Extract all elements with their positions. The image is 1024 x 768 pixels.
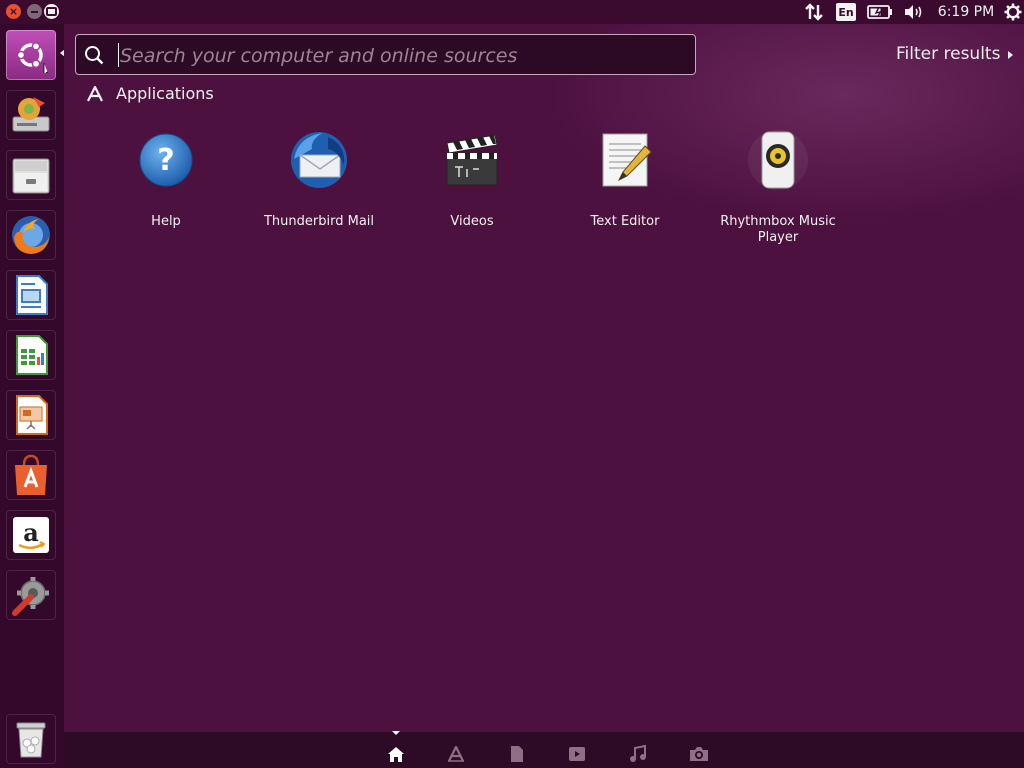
app-tile-rhythmbox[interactable]: Rhythmbox Music Player bbox=[708, 128, 848, 258]
ubuntu-logo-icon bbox=[16, 41, 48, 73]
close-window-button[interactable]: × bbox=[6, 4, 21, 19]
app-tile-thunderbird[interactable]: Thunderbird Mail bbox=[249, 128, 389, 258]
home-icon bbox=[388, 747, 404, 762]
battery-icon bbox=[867, 5, 892, 19]
network-indicator[interactable] bbox=[803, 0, 825, 24]
search-box[interactable] bbox=[75, 34, 696, 75]
category-label: Applications bbox=[116, 84, 214, 103]
lens-applications[interactable] bbox=[446, 744, 466, 764]
gear-icon bbox=[1004, 3, 1022, 21]
dash-button[interactable] bbox=[6, 30, 56, 80]
launcher-system-settings[interactable] bbox=[6, 570, 56, 620]
trash-icon bbox=[16, 722, 46, 758]
lens-videos[interactable] bbox=[567, 744, 587, 764]
software-center-icon bbox=[15, 454, 47, 495]
applications-icon bbox=[448, 746, 464, 762]
lens-photos[interactable] bbox=[689, 744, 709, 764]
maximize-window-button[interactable] bbox=[44, 4, 59, 19]
svg-text:?: ? bbox=[157, 143, 174, 178]
filter-results-button[interactable]: Filter results bbox=[896, 44, 1000, 64]
app-label: Videos bbox=[450, 214, 494, 229]
minimize-window-button[interactable] bbox=[27, 4, 42, 19]
thunderbird-icon bbox=[291, 132, 347, 188]
calc-icon bbox=[16, 335, 48, 375]
applications-category-icon bbox=[87, 85, 103, 101]
app-tile-help[interactable]: ? Help bbox=[96, 128, 236, 258]
text-editor-icon bbox=[602, 133, 652, 187]
rhythmbox-icon bbox=[748, 130, 808, 190]
clock[interactable]: 6:19 PM bbox=[936, 0, 996, 24]
settings-icon bbox=[12, 577, 49, 616]
files-icon bbox=[12, 158, 50, 194]
launcher-libreoffice-impress[interactable] bbox=[6, 390, 56, 440]
lens-files[interactable] bbox=[507, 744, 527, 764]
writer-icon bbox=[16, 275, 48, 315]
lens-bar bbox=[64, 732, 1024, 768]
app-label: Thunderbird Mail bbox=[263, 214, 375, 229]
impress-icon bbox=[16, 395, 48, 435]
lens-home[interactable] bbox=[386, 744, 406, 764]
launcher: a bbox=[0, 24, 64, 768]
disk-icon bbox=[12, 97, 50, 132]
battery-indicator[interactable] bbox=[866, 0, 894, 24]
category-header: Applications bbox=[86, 84, 214, 103]
volume-icon bbox=[905, 5, 922, 19]
search-input[interactable] bbox=[118, 40, 682, 72]
app-label: Text Editor bbox=[590, 214, 660, 229]
keyboard-layout-badge: En bbox=[836, 3, 856, 21]
launcher-libreoffice-calc[interactable] bbox=[6, 330, 56, 380]
launcher-amazon[interactable]: a bbox=[6, 510, 56, 560]
svg-text:a: a bbox=[23, 518, 39, 547]
launcher-firefox[interactable] bbox=[6, 210, 56, 260]
top-panel: × En 6:19 PM bbox=[0, 0, 1024, 24]
text-cursor bbox=[118, 43, 119, 67]
firefox-icon bbox=[12, 216, 50, 254]
keyboard-indicator[interactable]: En bbox=[835, 0, 857, 24]
active-lens-indicator bbox=[392, 731, 400, 735]
video-icon bbox=[569, 747, 585, 761]
launcher-software-center[interactable] bbox=[6, 450, 56, 500]
launcher-libreoffice-writer[interactable] bbox=[6, 270, 56, 320]
amazon-icon: a bbox=[13, 517, 49, 553]
file-icon bbox=[511, 746, 523, 762]
camera-icon bbox=[690, 747, 708, 761]
launcher-disk-installer[interactable] bbox=[6, 90, 56, 140]
app-label: Help bbox=[151, 214, 181, 229]
launcher-trash[interactable] bbox=[6, 714, 56, 764]
chevron-right-icon bbox=[1008, 51, 1013, 59]
launcher-files[interactable] bbox=[6, 150, 56, 200]
search-icon bbox=[85, 46, 104, 65]
sound-indicator[interactable] bbox=[902, 0, 926, 24]
session-menu[interactable] bbox=[1003, 0, 1023, 24]
music-icon bbox=[630, 745, 646, 762]
app-tile-text-editor[interactable]: Text Editor bbox=[555, 128, 695, 258]
app-tile-videos[interactable]: Videos bbox=[402, 128, 542, 258]
lens-music[interactable] bbox=[628, 744, 648, 764]
network-updown-icon bbox=[805, 3, 823, 21]
videos-icon bbox=[446, 134, 498, 186]
app-label: Rhythmbox Music Player bbox=[720, 214, 836, 245]
help-icon: ? bbox=[139, 133, 193, 187]
